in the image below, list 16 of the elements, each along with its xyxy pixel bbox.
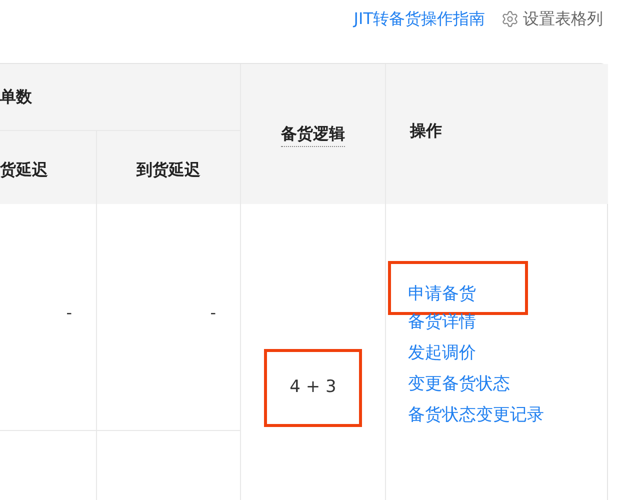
action-link[interactable]: 备货状态变更记录 (388, 405, 544, 425)
logic-value: 4 + 3 (264, 349, 362, 427)
settings-button[interactable]: 设置表格列 (501, 7, 603, 31)
table-cell-text: - (66, 302, 72, 324)
settings-icon (501, 10, 519, 28)
table-cell-text: - (210, 302, 216, 324)
action-link[interactable]: 发起调价 (388, 343, 476, 363)
action-link[interactable]: 变更备货状态 (388, 374, 510, 394)
action-link[interactable]: 申请备货 (391, 279, 476, 312)
header-cell: 备货逻辑 (281, 122, 345, 146)
header-cell: 单数 (0, 64, 240, 131)
header-cell-text: 操作 (410, 120, 442, 142)
guide-link[interactable]: JIT转备货操作指南 (354, 7, 485, 31)
action-link[interactable]: 备货详情 (388, 312, 476, 332)
header-cell-text: 货延迟 (0, 158, 48, 180)
header-cell-text: 到货延迟 (136, 158, 200, 180)
